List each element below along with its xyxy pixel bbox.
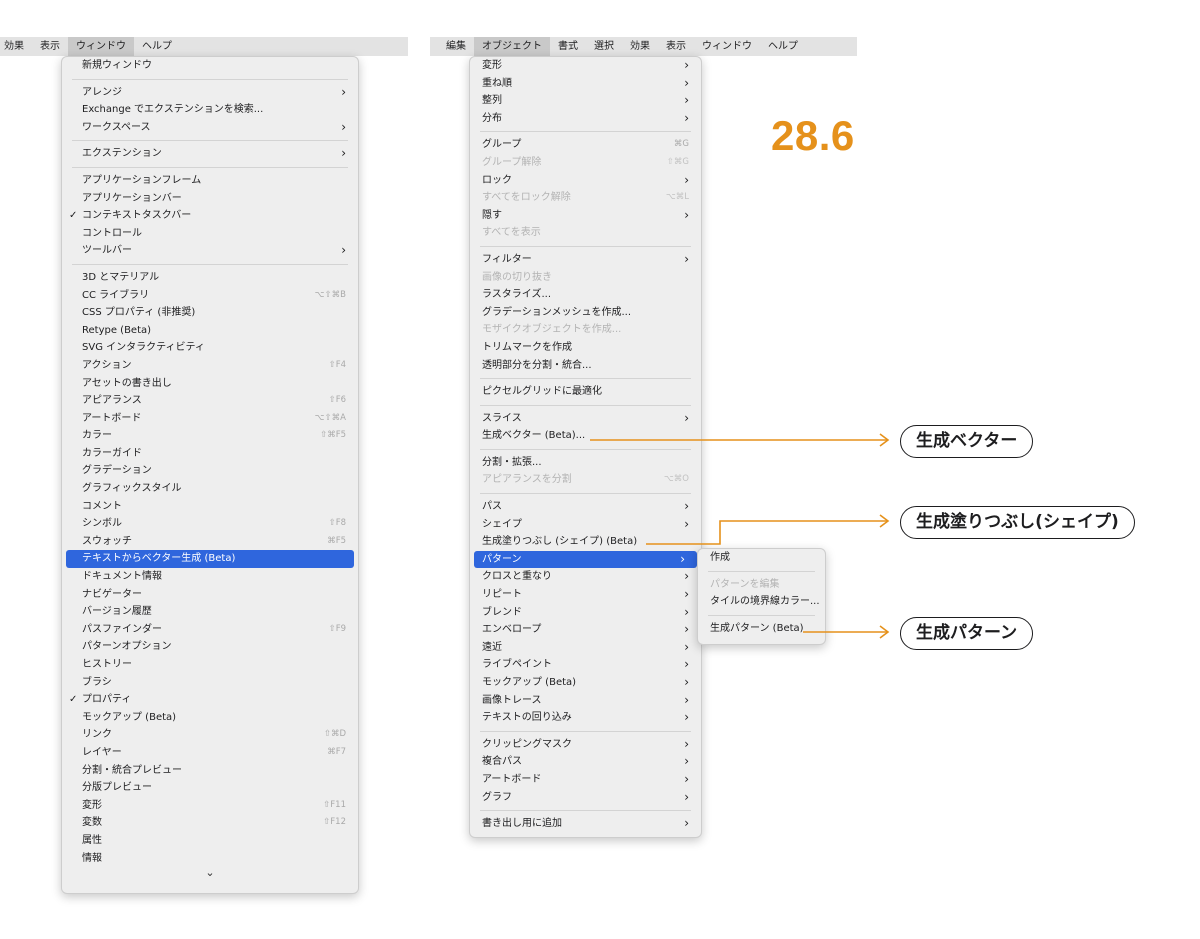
callout-generative-pattern: 生成パターン	[900, 617, 1034, 650]
connector-line-fill-shape	[646, 520, 887, 545]
callout-connectors	[590, 433, 890, 639]
callout-generative-fill-shape: 生成塗りつぶし(シェイプ)	[900, 506, 1135, 539]
callout-generative-vector: 生成ベクター	[900, 425, 1034, 458]
